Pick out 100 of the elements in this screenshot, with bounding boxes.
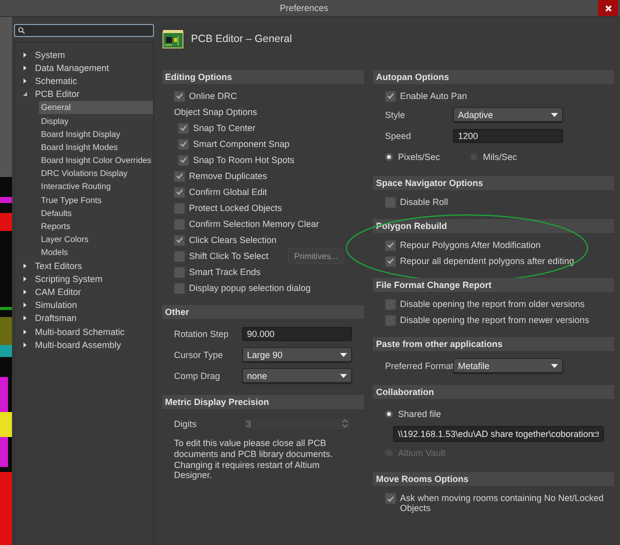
checkbox[interactable] [174, 90, 185, 102]
field-label: Comp Drag [174, 370, 222, 380]
collapse-arrow-icon [22, 91, 28, 98]
section-header: File Format Change Report [373, 278, 614, 292]
checkbox[interactable] [174, 170, 185, 182]
group-label: Object Snap Options [174, 107, 258, 117]
checkbox[interactable] [385, 240, 396, 250]
caret-icon [340, 352, 347, 356]
checkbox-label: Snap To Room Hot Spots [193, 155, 294, 165]
close-button[interactable] [598, 0, 618, 16]
close-icon [604, 4, 612, 12]
checkbox[interactable] [178, 122, 189, 134]
checkbox-label: Disable opening the report from newer versions [400, 315, 590, 325]
tree-item[interactable]: Board Insight Display [39, 127, 153, 140]
checkbox[interactable] [174, 234, 185, 246]
radio-button[interactable] [385, 152, 393, 160]
tree-item[interactable]: Schematic [15, 74, 153, 88]
dropdown[interactable]: Adaptive [453, 107, 563, 122]
section-header: Editing Options [162, 70, 364, 84]
folder-icon [593, 430, 599, 438]
field-label: Style [385, 110, 406, 120]
info-note: To edit this value please close all PCB documents and PCB library documents. Changing it requires restart of Altium Designer. [173, 437, 334, 482]
section-header: Collaboration [373, 385, 614, 399]
window-title: Preferences [278, 3, 330, 13]
checkbox-label: Ask when moving rooms containing No Net/Locked Objects [400, 493, 605, 514]
checkbox[interactable] [178, 154, 189, 166]
field-label: Preferred Format [385, 360, 453, 370]
tree-item[interactable]: System [15, 48, 153, 62]
checkbox[interactable] [178, 138, 189, 150]
checkbox-label: Smart Component Snap [193, 139, 290, 149]
checkbox[interactable] [174, 266, 185, 278]
tree-item[interactable]: Defaults [39, 206, 153, 220]
checkbox[interactable] [385, 314, 396, 326]
checkbox-label: Remove Duplicates [189, 171, 268, 181]
dropdown[interactable]: none [242, 368, 352, 383]
tree-item[interactable]: Data Management [15, 61, 153, 74]
checkbox[interactable] [174, 282, 185, 294]
checkmark-icon [176, 173, 183, 179]
tree-item[interactable]: PCB Editor [15, 88, 153, 101]
tree-item[interactable]: CAM Editor [15, 285, 153, 299]
tree-item[interactable]: Interactive Routing [39, 180, 153, 194]
checkmark-icon [180, 157, 187, 163]
checkbox[interactable] [385, 256, 396, 266]
tree-item[interactable]: Models [39, 246, 153, 259]
checkbox[interactable] [174, 186, 185, 198]
tree-item[interactable]: Draftsman [15, 312, 153, 325]
checkbox-label: Repour Polygons After Modification [400, 240, 541, 250]
tree-item[interactable]: General [39, 100, 153, 114]
tree-item[interactable]: Board Insight Modes [39, 140, 153, 154]
radio-label: Mils/Sec [483, 152, 518, 162]
checkbox-label: Display popup selection dialog [189, 283, 311, 293]
checkbox[interactable] [174, 218, 185, 230]
page-title: PCB Editor – General [191, 33, 292, 45]
checkbox-label: Disable Roll [400, 197, 448, 207]
field-label: Rotation Step [174, 328, 230, 338]
checkmark-icon [387, 93, 394, 99]
checkbox[interactable] [174, 250, 185, 262]
radio-button[interactable] [385, 410, 393, 418]
radio-label: Pixels/Sec [398, 152, 440, 162]
checkbox[interactable] [385, 90, 396, 102]
field-label: Cursor Type [174, 350, 224, 360]
caret-icon [340, 374, 347, 378]
field-label: Digits [174, 418, 198, 428]
tree-item[interactable]: Simulation [15, 298, 153, 312]
tree-item[interactable]: Reports [39, 219, 153, 233]
checkbox[interactable] [174, 202, 185, 214]
input-field[interactable]: 90.000 [242, 326, 352, 340]
input-field[interactable]: 1200 [453, 128, 563, 142]
search-icon [18, 27, 25, 34]
dropdown[interactable]: Large 90 [242, 347, 352, 362]
tree-item[interactable]: Text Editors [15, 259, 153, 272]
checkbox-label: Online DRC [189, 91, 238, 101]
checkbox-label: Confirm Selection Memory Clear [189, 219, 320, 229]
checkbox-label: Enable Auto Pan [400, 91, 468, 101]
tree-item[interactable]: True Type Fonts [39, 193, 153, 206]
section-header: Metric Display Precision [162, 395, 364, 409]
checkbox[interactable] [385, 493, 396, 504]
search-field[interactable] [14, 24, 154, 37]
dropdown[interactable]: Metafile [453, 358, 563, 373]
section-header: Space Navigator Options [373, 176, 614, 190]
section-header: Autopan Options [373, 70, 614, 84]
tree-item[interactable]: DRC Violations Display [39, 166, 153, 180]
checkbox-label: Click Clears Selection [189, 235, 277, 245]
tree-item[interactable]: Multi-board Schematic [15, 324, 153, 338]
tree-item[interactable]: Board Insight Color Overrides [39, 154, 153, 167]
tree-item[interactable]: Multi-board Assembly [15, 338, 153, 352]
section-header: Paste from other applications [373, 337, 614, 351]
checkbox[interactable] [385, 196, 396, 208]
tree-item[interactable]: Scripting System [15, 272, 153, 286]
path-field[interactable]: \\192.168.1.53\edu\AD share together\coboration [393, 426, 604, 442]
section-header: Polygon Rebuild [373, 219, 614, 233]
checkbox-label: Disable opening the report from older versions [400, 299, 585, 309]
section-header: Other [162, 305, 364, 319]
checkbox-label: Smart Track Ends [189, 267, 261, 277]
tree-item[interactable]: Layer Colors [39, 232, 153, 246]
checkbox-label: Snap To Center [193, 123, 256, 133]
tree-item[interactable]: Display [39, 114, 153, 128]
checkbox[interactable] [385, 298, 396, 310]
circuit-board-icon [162, 29, 184, 49]
caret-icon [551, 112, 558, 116]
